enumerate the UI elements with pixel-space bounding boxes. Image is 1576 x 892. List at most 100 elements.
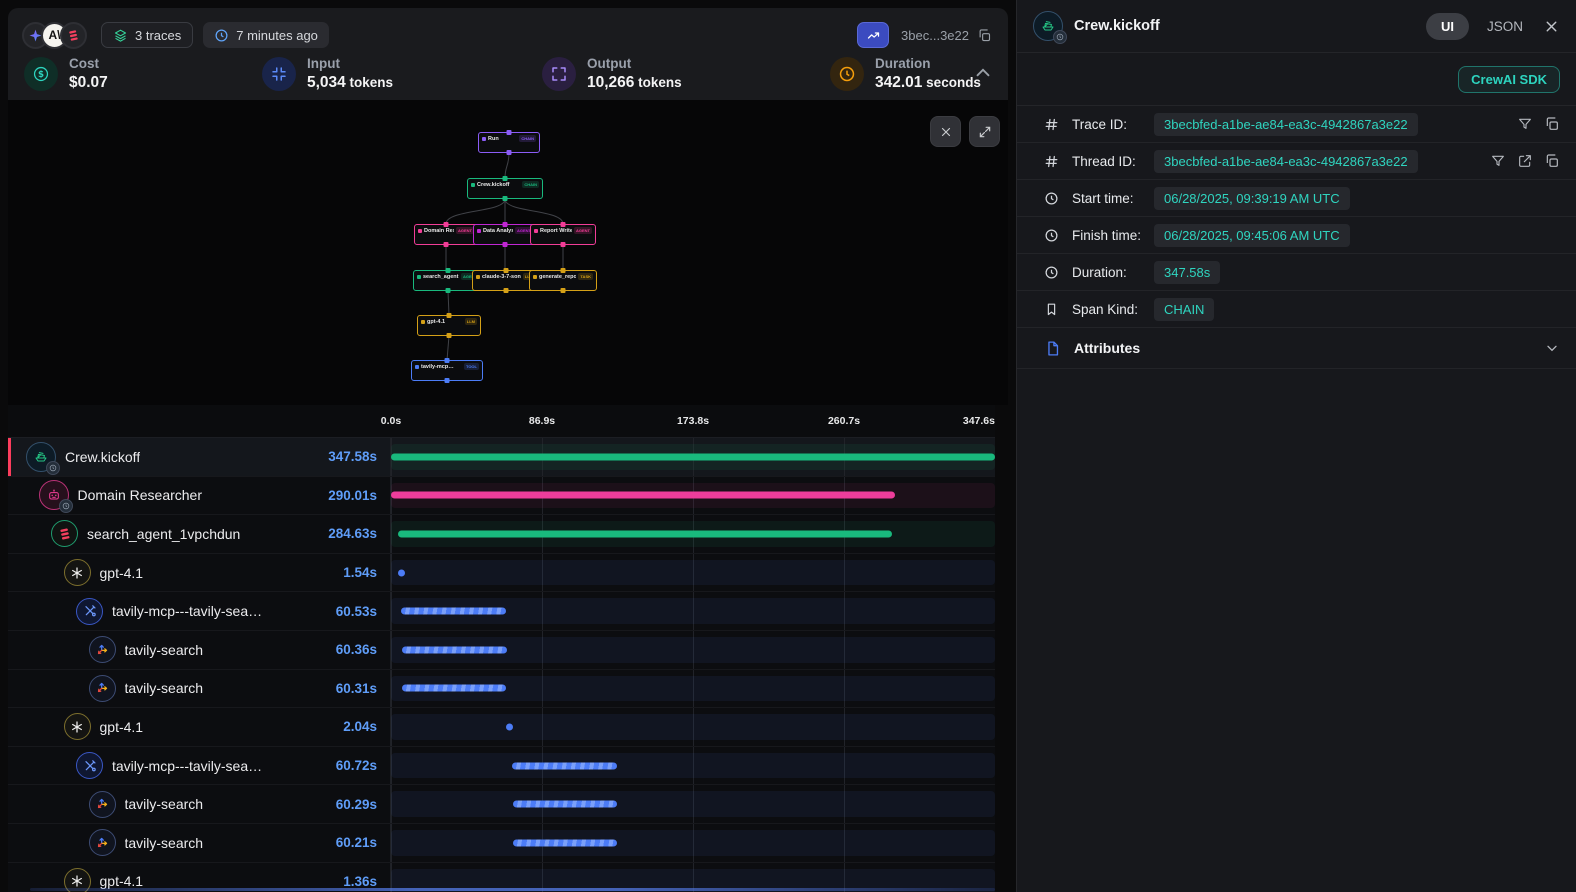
span-row-tavily-search[interactable]: tavily-search 60.21s	[8, 824, 995, 863]
span-name: tavily-mcp---tavily-sea…	[112, 603, 262, 619]
timer-mini-badge-icon	[59, 499, 73, 513]
graph-node-gpt-4-1[interactable]: gpt-4.1LLM	[417, 315, 481, 336]
compress-icon	[262, 57, 296, 91]
detail-row-thread-id: Thread ID:3becbfed-a1be-ae84-ea3c-494286…	[1017, 143, 1576, 180]
detail-value-chip: 06/28/2025, 09:45:06 AM UTC	[1154, 224, 1350, 247]
stat-cost: $Cost$0.07	[24, 56, 262, 92]
attributes-section-toggle[interactable]: Attributes	[1017, 328, 1576, 369]
graph-node-report-writer[interactable]: Report WriterAGENT	[530, 224, 596, 245]
expand-graph-button[interactable]	[969, 116, 1000, 147]
graph-node-crew-kickoff[interactable]: Crew.kickoffCHAIN	[467, 178, 543, 199]
span-name: tavily-search	[125, 680, 204, 696]
span-name: Domain Researcher	[78, 487, 203, 503]
crewai-logo-icon	[60, 22, 87, 49]
openai-icon	[64, 713, 91, 740]
tools-icon	[76, 752, 103, 779]
detail-value-chip: 3becbfed-a1be-ae84-ea3c-4942867a3e22	[1154, 150, 1418, 173]
timeline-grid	[391, 670, 995, 708]
detail-label: Span Kind:	[1072, 302, 1154, 317]
details-title: Crew.kickoff	[1074, 18, 1160, 34]
detail-value-chip: 347.58s	[1154, 261, 1220, 284]
span-duration: 60.21s	[336, 835, 390, 850]
graph-node-run[interactable]: RunCHAIN	[478, 132, 540, 153]
span-duration: 2.04s	[343, 719, 390, 734]
span-name: tavily-search	[125, 796, 204, 812]
span-name: gpt-4.1	[100, 873, 144, 889]
span-name: tavily-search	[125, 642, 204, 658]
stat-label: Output	[587, 56, 682, 73]
duration-bar	[513, 839, 617, 846]
timeline-grid	[391, 438, 995, 476]
graph-node-data-analyst[interactable]: Data AnalystAGENT	[473, 224, 537, 245]
span-duration: 1.36s	[343, 874, 390, 889]
tab-ui[interactable]: UI	[1426, 13, 1469, 40]
filter-icon[interactable]	[1517, 116, 1533, 132]
detail-label: Finish time:	[1072, 228, 1154, 243]
span-duration: 60.31s	[336, 681, 390, 696]
attributes-label: Attributes	[1074, 340, 1140, 356]
crew-boat-icon	[26, 442, 56, 472]
metrics-chart-button[interactable]	[857, 22, 889, 48]
tab-json[interactable]: JSON	[1487, 19, 1523, 34]
span-row-search-agent-1vpchdun[interactable]: search_agent_1vpchdun284.63s	[8, 515, 995, 554]
copy-icon[interactable]	[1544, 153, 1560, 169]
svg-text:$: $	[38, 70, 44, 80]
span-row-tavily-search[interactable]: tavily-search 60.31s	[8, 670, 995, 709]
duration-bar	[391, 492, 895, 499]
span-details-panel: Crew.kickoff UI JSON CrewAI SDK Trace ID…	[1016, 0, 1576, 892]
summary-top-row: A\ 3 traces 7 minutes ago 3bec...3e22	[8, 8, 1008, 50]
span-duration: 60.72s	[336, 758, 390, 773]
span-duration: 1.54s	[343, 565, 390, 580]
time-ago-label: 7 minutes ago	[236, 28, 318, 43]
agent-robot-icon	[39, 480, 69, 510]
close-panel-icon[interactable]	[1543, 18, 1560, 35]
span-name: tavily-mcp---tavily-sea…	[112, 758, 262, 774]
timeline-grid	[391, 824, 995, 862]
tavily-icon	[89, 636, 116, 663]
duration-bar	[402, 646, 507, 653]
trace-graph-panel: RunCHAIN Crew.kickoffCHAIN Domain Research…	[8, 100, 1008, 405]
graph-node-generate-repor[interactable]: generate_repor…TASK	[529, 270, 597, 291]
graph-node-tavily-mcp[interactable]: tavily-mcp…TOOL	[411, 360, 483, 381]
span-duration: 60.53s	[336, 604, 390, 619]
span-row-tavily-mcp-tavily-sea[interactable]: tavily-mcp---tavily-sea… 60.72s	[8, 747, 995, 786]
close-graph-button[interactable]	[930, 116, 961, 147]
clock-icon	[1044, 265, 1059, 280]
openai-icon	[64, 559, 91, 586]
collapse-summary-button[interactable]	[972, 62, 994, 84]
horizontal-scrollbar[interactable]	[30, 888, 995, 891]
span-row-gpt-4-1[interactable]: gpt-4.12.04s	[8, 708, 995, 747]
graph-node-domain-research[interactable]: Domain Research…AGENT	[414, 224, 478, 245]
span-row-tavily-search[interactable]: tavily-search60.36s	[8, 631, 995, 670]
chevron-down-icon[interactable]	[1544, 340, 1560, 356]
sdk-row: CrewAI SDK	[1017, 53, 1576, 106]
crew-kickoff-icon	[1033, 11, 1063, 41]
stat-duration: Duration342.01 seconds	[830, 56, 992, 92]
span-row-tavily-search[interactable]: tavily-search60.29s	[8, 785, 995, 824]
close-icon	[939, 125, 953, 139]
trend-icon	[866, 28, 881, 43]
axis-tick: 347.6s	[963, 415, 995, 427]
span-row-crew-kickoff[interactable]: Crew.kickoff347.58s	[8, 438, 995, 477]
summary-stats-grid: $Cost$0.07Input5,034 tokensOutput10,266 …	[8, 50, 1008, 92]
copy-trace-id-icon[interactable]	[977, 28, 992, 43]
detail-label: Duration:	[1072, 265, 1154, 280]
time-ago-badge: 7 minutes ago	[203, 22, 329, 48]
trace-summary-card: A\ 3 traces 7 minutes ago 3bec...3e22 $C…	[8, 8, 1008, 100]
detail-row-duration: Duration:347.58s	[1017, 254, 1576, 291]
detail-label: Start time:	[1072, 191, 1154, 206]
detail-label: Thread ID:	[1072, 154, 1154, 169]
span-row-domain-researcher[interactable]: Domain Researcher290.01s	[8, 477, 995, 516]
duration-track	[391, 560, 995, 586]
open-external-icon[interactable]	[1517, 153, 1533, 169]
timeline-grid	[391, 747, 995, 785]
copy-icon[interactable]	[1544, 116, 1560, 132]
expand-icon	[978, 125, 992, 139]
span-name: Crew.kickoff	[65, 449, 140, 465]
duration-track	[391, 714, 995, 740]
span-row-tavily-mcp-tavily-sea[interactable]: tavily-mcp---tavily-sea… 60.53s	[8, 592, 995, 631]
span-row-gpt-4-1[interactable]: gpt-4.11.54s	[8, 554, 995, 593]
span-name: tavily-search	[125, 835, 204, 851]
filter-icon[interactable]	[1490, 153, 1506, 169]
detail-row-start-time: Start time:06/28/2025, 09:39:19 AM UTC	[1017, 180, 1576, 217]
